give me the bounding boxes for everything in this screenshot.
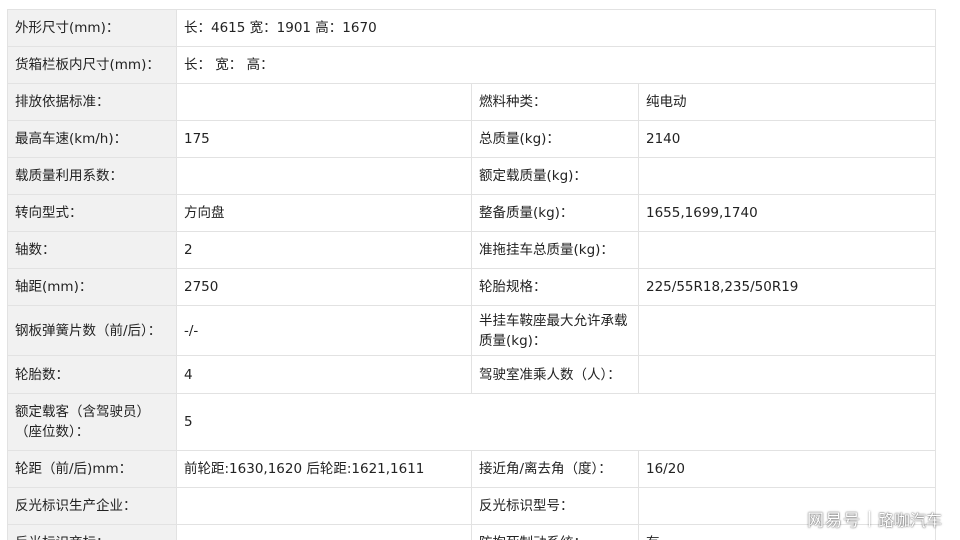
spec-label: 准拖挂车总质量(kg)： — [471, 231, 639, 269]
spec-value: 长：4615 宽：1901 高：1670 — [176, 9, 936, 47]
table-row: 轮胎数： 4 驾驶室准乘人数（人）： — [7, 355, 936, 394]
table-row: 最高车速(km/h)： 175 总质量(kg)： 2140 — [7, 120, 936, 158]
vehicle-spec-table: 外形尺寸(mm)： 长：4615 宽：1901 高：1670 货箱栏板内尺寸(m… — [7, 9, 936, 540]
spec-label: 接近角/离去角（度）： — [471, 450, 639, 488]
spec-label: 总质量(kg)： — [471, 120, 639, 158]
table-row: 轮距（前/后)mm： 前轮距:1630,1620 后轮距:1621,1611 接… — [7, 450, 936, 488]
spec-value: 前轮距:1630,1620 后轮距:1621,1611 — [176, 450, 472, 488]
table-row: 轴数： 2 准拖挂车总质量(kg)： — [7, 231, 936, 269]
spec-value — [638, 231, 936, 269]
spec-value — [638, 157, 936, 195]
table-row: 载质量利用系数： 额定载质量(kg)： — [7, 157, 936, 195]
source-watermark: 网易号 路咖汽车 — [807, 506, 942, 531]
spec-label: 反光标识商标： — [7, 524, 177, 540]
spec-value: 2 — [176, 231, 472, 269]
spec-label: 轴数： — [7, 231, 177, 269]
spec-label: 轴距(mm)： — [7, 268, 177, 306]
spec-label: 反光标识型号： — [471, 487, 639, 525]
spec-label: 轮胎数： — [7, 355, 177, 394]
spec-value: 2140 — [638, 120, 936, 158]
spec-label: 反光标识生产企业： — [7, 487, 177, 525]
watermark-brand: 网易号 — [806, 511, 861, 531]
table-row: 反光标识商标： 防抱死制动系统： 有 — [7, 524, 936, 540]
spec-label: 外形尺寸(mm)： — [7, 9, 177, 47]
spec-label: 载质量利用系数： — [7, 157, 177, 195]
spec-value — [176, 157, 472, 195]
spec-label: 钢板弹簧片数（前/后）： — [7, 305, 177, 356]
spec-label: 转向型式： — [7, 194, 177, 232]
spec-value — [176, 487, 472, 525]
spec-value — [638, 305, 936, 356]
table-row: 排放依据标准： 燃料种类： 纯电动 — [7, 83, 936, 121]
spec-value — [176, 83, 472, 121]
spec-value — [638, 355, 936, 394]
spec-label: 最高车速(km/h)： — [7, 120, 177, 158]
watermark-divider — [868, 510, 870, 527]
spec-label: 轮距（前/后)mm： — [7, 450, 177, 488]
table-row: 轴距(mm)： 2750 轮胎规格： 225/55R18,235/50R19 — [7, 268, 936, 306]
spec-label: 额定载质量(kg)： — [471, 157, 639, 195]
spec-value: 纯电动 — [638, 83, 936, 121]
spec-value: 16/20 — [638, 450, 936, 488]
table-row: 转向型式： 方向盘 整备质量(kg)： 1655,1699,1740 — [7, 194, 936, 232]
spec-value — [176, 524, 472, 540]
spec-value: 4 — [176, 355, 472, 394]
spec-label: 燃料种类： — [471, 83, 639, 121]
spec-label: 防抱死制动系统： — [471, 524, 639, 540]
spec-label: 额定载客（含驾驶员）（座位数）： — [7, 393, 177, 451]
spec-label: 货箱栏板内尺寸(mm)： — [7, 46, 177, 84]
table-row: 反光标识生产企业： 反光标识型号： — [7, 487, 936, 525]
spec-value: -/- — [176, 305, 472, 356]
table-row: 额定载客（含驾驶员）（座位数）： 5 — [7, 393, 936, 451]
spec-label: 整备质量(kg)： — [471, 194, 639, 232]
table-row: 货箱栏板内尺寸(mm)： 长： 宽： 高： — [7, 46, 936, 84]
spec-value: 1655,1699,1740 — [638, 194, 936, 232]
watermark-account: 路咖汽车 — [877, 510, 942, 530]
spec-value: 长： 宽： 高： — [176, 46, 936, 84]
spec-value: 225/55R18,235/50R19 — [638, 268, 936, 306]
spec-page: 外形尺寸(mm)： 长：4615 宽：1901 高：1670 货箱栏板内尺寸(m… — [0, 0, 960, 540]
spec-label: 半挂车鞍座最大允许承载质量(kg)： — [471, 305, 639, 356]
spec-label: 轮胎规格： — [471, 268, 639, 306]
spec-label: 排放依据标准： — [7, 83, 177, 121]
spec-value: 175 — [176, 120, 472, 158]
table-row: 钢板弹簧片数（前/后）： -/- 半挂车鞍座最大允许承载质量(kg)： — [7, 305, 936, 356]
spec-value: 方向盘 — [176, 194, 472, 232]
table-row: 外形尺寸(mm)： 长：4615 宽：1901 高：1670 — [7, 9, 936, 47]
spec-value: 5 — [176, 393, 936, 451]
spec-label: 驾驶室准乘人数（人）： — [471, 355, 639, 394]
spec-value: 2750 — [176, 268, 472, 306]
